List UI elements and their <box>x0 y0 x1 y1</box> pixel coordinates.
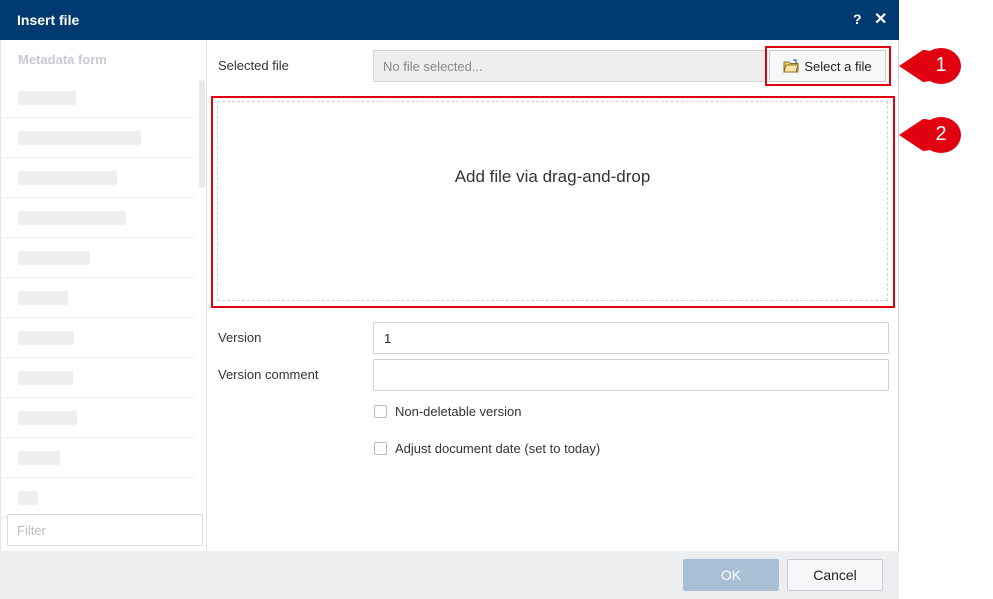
sidebar-item-placeholder <box>18 131 141 145</box>
sidebar-item-placeholder <box>18 451 60 465</box>
close-icon[interactable]: ✕ <box>874 9 887 29</box>
callout-1: 1 <box>897 46 963 86</box>
sidebar-item-placeholder <box>18 331 74 345</box>
non-deletable-checkbox[interactable] <box>374 405 387 418</box>
adjust-date-label: Adjust document date (set to today) <box>395 441 601 456</box>
dropzone-text: Add file via drag-and-drop <box>454 167 651 186</box>
adjust-date-checkbox-row[interactable]: Adjust document date (set to today) <box>374 441 600 456</box>
sidebar-item[interactable] <box>1 198 195 238</box>
version-comment-label: Version comment <box>218 367 319 382</box>
insert-file-dialog: Insert file ? ✕ Metadata form Selected f… <box>0 0 899 599</box>
sidebar-item-placeholder <box>18 211 126 225</box>
select-file-button-label: Select a file <box>804 58 872 74</box>
help-icon[interactable]: ? <box>853 11 862 27</box>
sidebar-item-placeholder <box>18 371 73 385</box>
drag-and-drop-zone[interactable]: Add file via drag-and-drop <box>217 101 888 301</box>
version-comment-input[interactable] <box>373 359 889 391</box>
non-deletable-label: Non-deletable version <box>395 404 522 419</box>
sidebar-item[interactable] <box>1 118 195 158</box>
title-bar: Insert file ? ✕ <box>0 0 899 40</box>
folder-open-icon <box>783 59 800 73</box>
sidebar-item-placeholder <box>18 91 76 105</box>
dialog-title: Insert file <box>17 12 80 28</box>
callout-number: 2 <box>935 123 947 145</box>
sidebar-item[interactable] <box>1 358 195 398</box>
sidebar-item-placeholder <box>18 491 38 505</box>
sidebar-item[interactable] <box>1 478 195 518</box>
filter-input[interactable] <box>7 514 203 546</box>
cancel-button[interactable]: Cancel <box>787 559 883 591</box>
sidebar-item[interactable] <box>1 438 195 478</box>
callout-number: 1 <box>935 54 947 76</box>
sidebar-item-placeholder <box>18 251 90 265</box>
version-label: Version <box>218 330 262 345</box>
sidebar-item-placeholder <box>18 411 77 425</box>
selected-file-field: No file selected... <box>373 50 765 82</box>
sidebar-item[interactable] <box>1 158 195 198</box>
non-deletable-checkbox-row[interactable]: Non-deletable version <box>374 404 521 419</box>
sidebar-item[interactable] <box>1 398 195 438</box>
sidebar-item[interactable] <box>1 278 195 318</box>
selected-file-label: Selected file <box>218 58 289 73</box>
sidebar-item[interactable] <box>1 78 195 118</box>
adjust-date-checkbox[interactable] <box>374 442 387 455</box>
sidebar-item-placeholder <box>18 171 117 185</box>
sidebar-title: Metadata form <box>18 52 107 67</box>
version-input[interactable]: 1 <box>373 322 889 354</box>
select-file-button[interactable]: Select a file <box>769 50 886 82</box>
sidebar-item[interactable] <box>1 238 195 278</box>
sidebar-scrollbar[interactable] <box>199 80 205 188</box>
sidebar-item-placeholder <box>18 291 68 305</box>
sidebar-item[interactable] <box>1 318 195 358</box>
ok-button[interactable]: OK <box>683 559 779 591</box>
metadata-sidebar: Metadata form <box>0 40 207 551</box>
callout-2: 2 <box>897 115 963 155</box>
